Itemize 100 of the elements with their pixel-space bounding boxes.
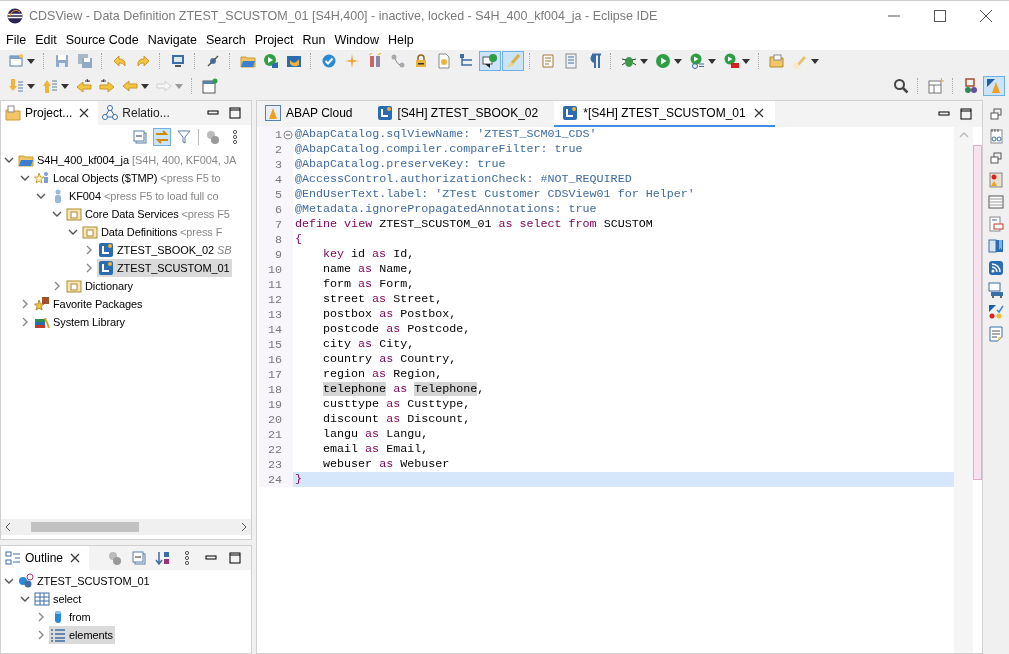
restore-icon[interactable] <box>988 150 1004 166</box>
line-number: 17 <box>267 367 282 382</box>
tree-item[interactable]: S4H_400_kf004_ja [S4H, 400, KF004, JA <box>17 151 239 169</box>
tree-item[interactable]: KF004 <press F5 to load full co <box>49 187 221 205</box>
network-icon <box>102 105 119 121</box>
menu-item[interactable]: Project <box>254 33 303 47</box>
menu-item[interactable]: Help <box>387 33 423 47</box>
dropdown-arrow-icon[interactable] <box>741 58 750 64</box>
menu-item[interactable]: Navigate <box>147 33 206 47</box>
maximize-icon[interactable] <box>227 550 243 566</box>
dropdown-arrow-icon[interactable] <box>810 58 819 64</box>
dropdown-arrow-icon[interactable] <box>140 83 149 89</box>
restore-icon[interactable] <box>988 106 1004 122</box>
tree-item[interactable]: from <box>49 608 93 626</box>
dropdown-arrow-icon[interactable] <box>26 58 35 64</box>
menu-item[interactable]: Source Code <box>65 33 148 47</box>
code-line: { <box>294 232 303 247</box>
tree-item[interactable]: System Library <box>33 313 127 331</box>
form-icon[interactable] <box>988 216 1004 232</box>
document-icon[interactable] <box>988 172 1004 188</box>
gears-icon[interactable] <box>205 129 221 145</box>
code-line: region as Region, <box>322 367 444 382</box>
bars-icon <box>366 53 383 69</box>
dropdown-arrow-icon[interactable] <box>707 58 716 64</box>
view-tab[interactable]: Project... <box>1 101 99 125</box>
sort-icon[interactable] <box>155 550 171 566</box>
tree-item[interactable]: Data Definitions <press F <box>81 223 225 241</box>
editor-tab[interactable]: [S4H] ZTEST_SBOOK_02 <box>368 101 547 127</box>
data-definition-icon <box>98 242 114 258</box>
book-icon[interactable] <box>988 238 1004 254</box>
floppy-disks-icon <box>76 53 93 69</box>
line-number: 24 <box>267 472 282 487</box>
menu-item[interactable]: Edit <box>35 33 66 47</box>
checklist-icon[interactable] <box>988 304 1004 320</box>
line-number: 14 <box>267 322 282 337</box>
toolbar-button[interactable] <box>982 76 1005 96</box>
notebook-icon[interactable] <box>988 128 1004 144</box>
rss-icon[interactable] <box>988 260 1004 276</box>
collapse-all-icon[interactable] <box>131 550 147 566</box>
scrollbar-thumb[interactable] <box>31 522 139 532</box>
code-line: email as Email, <box>322 442 430 457</box>
line-number: 9 <box>275 247 282 262</box>
line-number: 19 <box>267 397 282 412</box>
close-icon[interactable] <box>980 9 992 22</box>
document-icon <box>435 53 452 69</box>
window-icon <box>927 78 944 94</box>
view-tab[interactable]: Outline <box>1 546 90 570</box>
fold-toggle-icon[interactable] <box>282 129 293 140</box>
note-icon[interactable] <box>988 326 1004 342</box>
dropdown-arrow-icon[interactable] <box>639 58 648 64</box>
dropdown-arrow-icon[interactable] <box>26 83 35 89</box>
flashlight-icon <box>791 53 808 69</box>
stars-icon <box>34 296 50 312</box>
nodes-icon <box>389 53 406 69</box>
list-icon <box>50 627 66 643</box>
maximize-icon[interactable] <box>934 9 946 22</box>
monitor-truck-icon[interactable] <box>988 282 1004 298</box>
filter-icon[interactable] <box>176 129 192 145</box>
people-icon <box>962 78 979 94</box>
view-tab[interactable]: Relatio... <box>98 101 176 125</box>
tree-item[interactable]: ZTEST_SCUSTOM_01 <box>17 572 152 590</box>
code-line: @EndUserText.label: 'ZTest Customer CDSView01 for Helper' <box>294 187 696 202</box>
toolbar-button[interactable] <box>478 51 501 71</box>
code-line: postbox as Postbox, <box>322 307 458 322</box>
editor-tab[interactable]: ABAP Cloud <box>257 101 361 127</box>
tree-item[interactable]: Favorite Packages <box>33 295 145 313</box>
code-line: webuser as Webuser <box>322 457 451 472</box>
list-icon <box>562 53 579 69</box>
tree-item[interactable]: select <box>33 590 84 608</box>
tree-item[interactable]: ZTEST_SCUSTOM_01 <box>97 259 232 277</box>
tree-item[interactable]: Dictionary <box>65 277 135 295</box>
menu-item[interactable]: Run <box>302 33 335 47</box>
package-icon <box>66 206 82 222</box>
arrow-right-icon <box>98 78 115 94</box>
arrow-left-icon <box>75 78 92 94</box>
collapse-all-icon[interactable] <box>132 129 148 145</box>
window-icon[interactable] <box>988 194 1004 210</box>
tree-item[interactable]: ZTEST_SBOOK_02 SB <box>97 241 234 259</box>
dropdown-arrow-icon[interactable] <box>673 58 682 64</box>
window-title: CDSView - Data Definition ZTEST_SCUSTOM_01 [S4H,400] - inactive, locked - S4H_400_kf004_ja - Eclipse IDE <box>29 8 659 23</box>
menu-item[interactable]: Window <box>334 33 388 47</box>
hierarchy-icon <box>458 53 475 69</box>
editor-tab[interactable]: *[S4H] ZTEST_SCUSTOM_01 <box>554 101 775 127</box>
code-line: @Metadata.ignorePropagatedAnnotations: true <box>294 202 598 217</box>
line-number: 15 <box>267 337 282 352</box>
line-number: 7 <box>275 217 282 232</box>
arrow-down-icon <box>7 78 24 94</box>
maximize-icon[interactable] <box>227 105 243 121</box>
dropdown-arrow-icon[interactable] <box>60 83 69 89</box>
tree-item[interactable]: elements <box>49 626 115 644</box>
menu-item[interactable]: Search <box>206 33 255 47</box>
code-line: @AbapCatalog.sqlViewName: 'ZTEST_SCM01_CDS' <box>294 127 598 142</box>
gears-icon[interactable] <box>107 550 123 566</box>
line-number: 3 <box>275 157 282 172</box>
eclipse-logo-icon <box>7 7 23 24</box>
tree-item[interactable]: Local Objects ($TMP) <press F5 to <box>33 169 223 187</box>
menu-item[interactable]: File <box>6 33 36 47</box>
cone-icon <box>265 105 281 121</box>
maximize-icon[interactable] <box>958 106 974 122</box>
tree-item[interactable]: Core Data Services <press F5 <box>65 205 232 223</box>
